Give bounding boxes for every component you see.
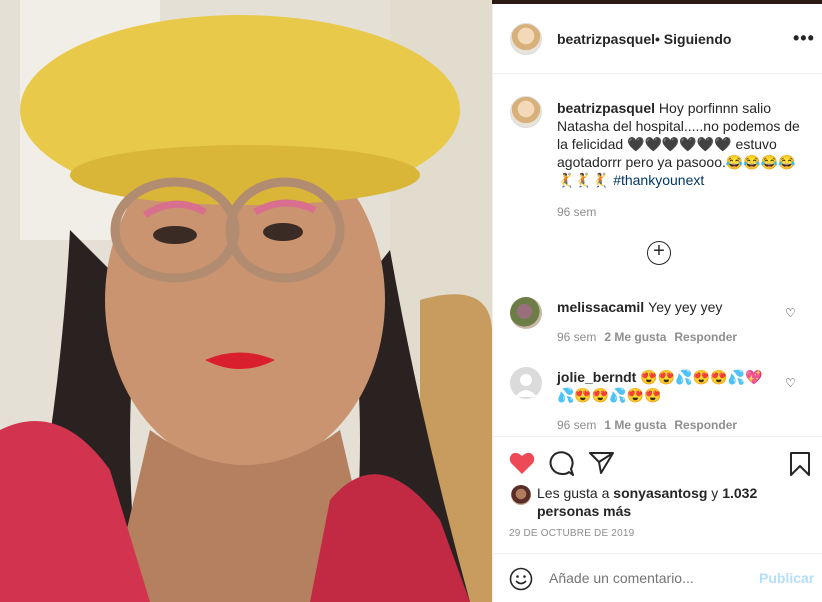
comment-icon[interactable] bbox=[549, 451, 575, 477]
load-more-comments-icon[interactable]: + bbox=[647, 241, 671, 265]
caption-username[interactable]: beatrizpasquel bbox=[557, 100, 655, 116]
author-avatar[interactable] bbox=[510, 23, 542, 55]
comment-jolie-berndt: jolie_berndt 😍😍💦😍😍💦💖💦😍😍💦😍😍 bbox=[557, 368, 777, 404]
add-comment-input[interactable] bbox=[549, 570, 749, 586]
caption-time: 96 sem bbox=[557, 205, 597, 219]
caption: beatrizpasquel Hoy porfinnn salio Natash… bbox=[557, 99, 809, 189]
likes-user[interactable]: sonyasantosg bbox=[613, 485, 707, 501]
author-username[interactable]: beatrizpasquel bbox=[557, 31, 655, 47]
comment-reply[interactable]: Responder bbox=[674, 330, 737, 344]
likes-summary: Les gusta a sonyasantosg y 1.032 persona… bbox=[537, 484, 807, 520]
liked-heart-icon[interactable] bbox=[509, 451, 535, 475]
likes-join: y bbox=[707, 485, 723, 501]
post-date[interactable]: 29 DE OCTUBRE DE 2019 bbox=[509, 528, 634, 539]
comment-melissacamil: melissacamil Yey yey yey bbox=[557, 298, 777, 316]
publish-button[interactable]: Publicar bbox=[759, 570, 814, 586]
caption-hashtag[interactable]: #thankyounext bbox=[613, 172, 704, 188]
comment-meta: 96 sem 1 Me gusta Responder bbox=[557, 418, 737, 432]
comment-text: Yey yey yey bbox=[648, 299, 723, 315]
comment-likes[interactable]: 1 Me gusta bbox=[604, 418, 666, 432]
post-side-panel: beatrizpasquel • Siguiendo ••• beatrizpa… bbox=[492, 4, 822, 602]
comment-username[interactable]: jolie_berndt bbox=[557, 369, 636, 385]
post-photo[interactable] bbox=[0, 0, 492, 602]
add-comment-row: Publicar bbox=[493, 553, 822, 602]
post-actions-section: Les gusta a sonyasantosg y 1.032 persona… bbox=[493, 436, 822, 602]
follow-status-label: Siguiendo bbox=[663, 31, 732, 47]
comment-time: 96 sem bbox=[557, 418, 597, 432]
comment-likes[interactable]: 2 Me gusta bbox=[604, 330, 666, 344]
caption-hearts: 🖤🖤🖤🖤🖤🖤 bbox=[627, 136, 732, 152]
comment-avatar-melissacamil[interactable] bbox=[510, 297, 542, 329]
liker-avatar[interactable] bbox=[511, 485, 531, 505]
comment-like-heart-icon[interactable]: ♡ bbox=[785, 376, 796, 390]
comment-meta: 96 sem 2 Me gusta Responder bbox=[557, 330, 737, 344]
caption-emoji-2: 🤾🤾🤾 bbox=[557, 172, 614, 188]
follow-status[interactable]: • Siguiendo bbox=[655, 31, 731, 47]
comment-reply[interactable]: Responder bbox=[674, 418, 737, 432]
share-icon[interactable] bbox=[589, 451, 615, 475]
more-options-icon[interactable]: ••• bbox=[793, 28, 815, 49]
caption-emoji-1: 😂😂😂😂 bbox=[725, 154, 796, 170]
caption-avatar[interactable] bbox=[510, 96, 542, 128]
comment-like-heart-icon[interactable]: ♡ bbox=[785, 306, 796, 320]
follow-separator: • bbox=[655, 31, 660, 47]
post-photo-image bbox=[0, 0, 492, 602]
comment-avatar-jolie-berndt[interactable] bbox=[510, 367, 542, 399]
comment-time: 96 sem bbox=[557, 330, 597, 344]
likes-prefix: Les gusta a bbox=[537, 485, 614, 501]
post-header: beatrizpasquel • Siguiendo ••• bbox=[493, 4, 822, 74]
save-bookmark-icon[interactable] bbox=[789, 451, 811, 477]
comment-username[interactable]: melissacamil bbox=[557, 299, 644, 315]
default-avatar-icon bbox=[515, 374, 537, 397]
emoji-picker-icon[interactable] bbox=[509, 567, 533, 591]
